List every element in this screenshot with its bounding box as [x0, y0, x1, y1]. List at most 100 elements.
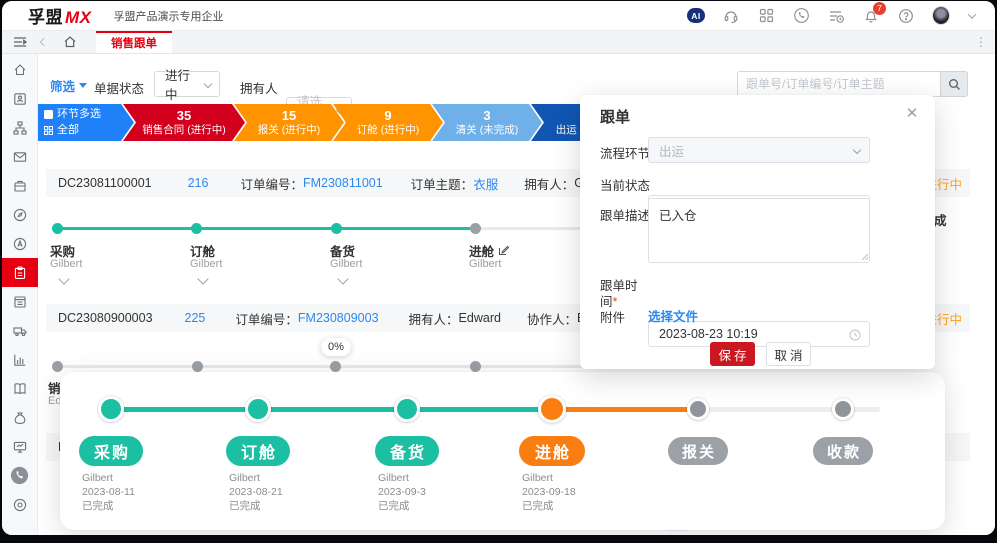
logo-accent-text: MX [65, 8, 92, 28]
step-owner: Gilbert [82, 471, 135, 485]
save-button[interactable]: 保存 [710, 342, 755, 366]
doc-number: DC23081100001 [58, 176, 152, 190]
multi-select-checkbox[interactable] [44, 110, 53, 119]
close-icon[interactable]: ✕ [903, 104, 921, 122]
time-value: 2023-08-23 10:19 [659, 327, 758, 341]
popup-step-label: 报关 [682, 441, 716, 462]
popup-step-loading[interactable]: 进舱 [519, 436, 585, 466]
cancel-button[interactable]: 取消 [766, 342, 811, 366]
step-dot[interactable] [192, 361, 203, 372]
step-dot-loading[interactable] [470, 223, 481, 234]
owner-value: Edward [459, 311, 501, 325]
popup-step-detail: Gilbert 2023-08-21 已完成 [229, 471, 283, 513]
flow-stage-clearance[interactable]: 3 清关 (未完成) [432, 104, 542, 141]
flow-stage-sales-contract[interactable]: 35 销售合同 (进行中) [123, 104, 245, 141]
all-stages-label: 全部 [57, 124, 79, 138]
popup-step-label: 收款 [827, 441, 861, 462]
progress-track-done [57, 227, 475, 230]
user-avatar[interactable] [932, 7, 950, 25]
sidebar-item-ledger[interactable] [2, 374, 38, 403]
edit-step-icon[interactable] [498, 245, 509, 256]
sidebar-item-workbench[interactable] [2, 432, 38, 461]
search-input[interactable] [737, 71, 940, 97]
popup-step-booking[interactable]: 订舱 [226, 436, 290, 466]
filter-toggle-button[interactable]: 筛选 [50, 76, 87, 95]
popup-track-current [552, 407, 698, 412]
order-no-link[interactable]: FM230811001 [303, 176, 383, 190]
back-arrow-icon[interactable] [36, 31, 52, 53]
attachment-field-label: 附件 [600, 307, 625, 326]
clipped-text-fragment: 成 [934, 210, 947, 229]
doc-badge-count[interactable]: 225 [185, 311, 206, 325]
expand-step-chevron-icon[interactable] [58, 273, 69, 284]
expand-step-chevron-icon[interactable] [197, 273, 208, 284]
step-owner: Gilbert [190, 258, 222, 270]
tab-sales-tracking[interactable]: 销售跟单 [96, 31, 172, 53]
popup-step-purchase[interactable]: 采购 [79, 436, 143, 466]
popup-dot-loading [538, 395, 566, 423]
flow-stage-customs[interactable]: 15 报关 (进行中) [234, 104, 344, 141]
sidebar-item-reports[interactable] [2, 345, 38, 374]
filter-label: 筛选 [50, 76, 75, 95]
sidebar-item-orders-active[interactable] [2, 258, 38, 287]
whatsapp-icon[interactable] [792, 7, 810, 25]
popup-step-payment[interactable]: 收款 [813, 437, 873, 465]
user-menu-chevron-icon[interactable] [967, 7, 977, 25]
sidebar-item-home[interactable] [2, 55, 38, 84]
collaborator-label: 协作人： [527, 309, 577, 328]
owner-label: 拥有人： [409, 309, 459, 328]
filter-caret-icon [79, 83, 87, 88]
sidebar-item-finance[interactable] [2, 403, 38, 432]
task-list-icon[interactable] [827, 7, 845, 25]
step-dot[interactable] [470, 361, 481, 372]
tab-overflow-icon[interactable]: ⋮ [975, 31, 987, 53]
collapse-menu-icon[interactable] [12, 31, 28, 53]
sidebar-item-documents[interactable] [2, 287, 38, 316]
popup-step-stocking[interactable]: 备货 [375, 436, 439, 466]
stage-label: 清关 (未完成) [456, 124, 518, 137]
step-dot-stocking[interactable] [331, 223, 342, 234]
step-owner: Gilbert [378, 471, 426, 485]
description-field-label: 跟单描述 [600, 205, 650, 224]
flow-stage-all[interactable]: 环节多选 全部 [38, 104, 134, 141]
sidebar-item-contacts[interactable] [2, 84, 38, 113]
notifications-bell-icon[interactable]: 7 [862, 7, 880, 25]
sidebar-item-settings[interactable] [2, 490, 38, 519]
sidebar-item-logistics[interactable] [2, 316, 38, 345]
step-dot[interactable] [52, 361, 63, 372]
ai-assistant-button[interactable]: AI [687, 7, 705, 25]
flow-stage-booking[interactable]: 9 订舱 (进行中) [333, 104, 443, 141]
notification-count-badge: 7 [873, 2, 886, 15]
apps-grid-icon[interactable] [757, 7, 775, 25]
choose-file-link[interactable]: 选择文件 [648, 306, 698, 325]
help-icon[interactable] [897, 7, 915, 25]
doc-status-select[interactable]: 进行中 [154, 71, 220, 97]
sidebar-item-crm[interactable] [2, 229, 38, 258]
popup-step-customs[interactable]: 报关 [668, 437, 728, 465]
owner-label: 拥有人： [524, 174, 574, 193]
resize-handle-icon[interactable] [860, 252, 869, 261]
sidebar-item-discover[interactable] [2, 200, 38, 229]
subject-link[interactable]: 衣服 [473, 174, 498, 193]
step-date: 2023-09-18 [522, 485, 576, 499]
sidebar-item-org[interactable] [2, 113, 38, 142]
step-dot[interactable] [330, 361, 341, 372]
headset-support-icon[interactable] [722, 7, 740, 25]
doc-status-label: 单据状态 [94, 78, 144, 97]
step-status: 已完成 [378, 499, 426, 513]
home-tab-icon[interactable] [62, 31, 78, 53]
stage-select-disabled[interactable]: 出运 [648, 137, 870, 163]
description-textarea[interactable]: 已入仓 [648, 198, 870, 263]
sidebar-item-products[interactable] [2, 171, 38, 200]
search-button[interactable] [940, 71, 968, 97]
multi-select-label: 环节多选 [57, 108, 101, 122]
order-no-link[interactable]: FM230809003 [298, 311, 379, 325]
tab-bar: 销售跟单 ⋮ [2, 31, 995, 54]
sidebar-item-mail[interactable] [2, 142, 38, 171]
step-dot-booking[interactable] [191, 223, 202, 234]
doc-badge-count[interactable]: 216 [188, 176, 209, 190]
step-dot-purchase[interactable] [52, 223, 63, 234]
expand-step-chevron-icon[interactable] [337, 273, 348, 284]
sidebar-item-whatsapp[interactable] [2, 461, 38, 490]
owner-filter-label: 拥有人 [240, 78, 278, 97]
